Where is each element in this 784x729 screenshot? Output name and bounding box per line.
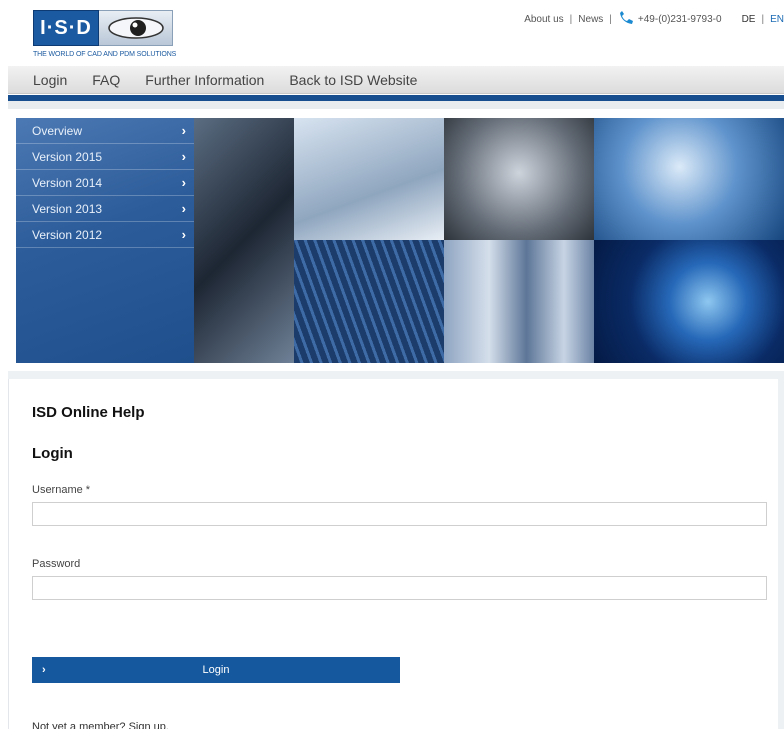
phone-icon [618, 11, 634, 28]
nav-shadow [8, 101, 784, 109]
version-sidebar: Overview › Version 2015 › Version 2014 ›… [16, 118, 194, 363]
eye-icon [99, 10, 173, 46]
password-label: Password [32, 558, 81, 570]
sidebar-item-version-2015[interactable]: Version 2015 › [16, 144, 194, 170]
banner-image-pipes [444, 240, 594, 363]
page-title: Login [32, 445, 73, 462]
login-button-label: Login [202, 664, 230, 676]
banner-image-ferris-wheel [294, 118, 444, 240]
separator: | [761, 14, 765, 25]
utility-nav: About us | News | +49-(0)231-9793-0 DE |… [524, 11, 784, 28]
chevron-right-icon: › [42, 664, 46, 676]
password-field[interactable] [32, 576, 767, 600]
divider [778, 379, 784, 729]
banner-image-globe-people [594, 118, 784, 240]
banner-image-car-body [444, 118, 594, 240]
banner-image-glass-roof [294, 240, 444, 363]
login-button[interactable]: › Login [32, 657, 400, 683]
sidebar-item-label: Version 2014 [32, 175, 103, 190]
chevron-right-icon: › [181, 123, 186, 138]
logo-tagline: THE WORLD OF CAD AND PDM SOLUTIONS [33, 51, 177, 58]
sidebar-item-overview[interactable]: Overview › [16, 118, 194, 144]
chevron-right-icon: › [181, 149, 186, 164]
banner-image-machinery [194, 118, 294, 363]
lang-de-link[interactable]: DE [742, 14, 756, 25]
lang-en-link[interactable]: EN [770, 14, 784, 25]
sidebar-item-version-2012[interactable]: Version 2012 › [16, 222, 194, 248]
logo-letters: I·S·D [33, 10, 99, 46]
phone-number: +49-(0)231-9793-0 [637, 14, 722, 25]
signup-link[interactable]: Not yet a member? Sign up. [32, 721, 169, 729]
sidebar-item-label: Version 2012 [32, 227, 103, 242]
about-us-link[interactable]: About us [524, 14, 563, 25]
divider [8, 379, 9, 729]
nav-login[interactable]: Login [33, 72, 67, 88]
banner-image-network-globe [594, 240, 784, 363]
nav-faq[interactable]: FAQ [92, 72, 120, 88]
sidebar-item-version-2014[interactable]: Version 2014 › [16, 170, 194, 196]
sidebar-item-label: Overview [32, 123, 83, 138]
news-link[interactable]: News [578, 14, 603, 25]
username-field[interactable] [32, 502, 767, 526]
nav-back-to-isd-website[interactable]: Back to ISD Website [289, 72, 417, 88]
separator: | [609, 14, 612, 25]
sidebar-item-label: Version 2013 [32, 201, 103, 216]
username-label: Username * [32, 484, 91, 496]
hero-banner: Overview › Version 2015 › Version 2014 ›… [16, 118, 784, 363]
chevron-right-icon: › [181, 175, 186, 190]
chevron-right-icon: › [181, 227, 186, 242]
isd-logo[interactable]: I·S·D THE WORLD OF CAD AND PDM SOLUTIONS [33, 10, 177, 62]
sidebar-item-label: Version 2015 [32, 149, 103, 164]
chevron-right-icon: › [181, 201, 186, 216]
separator: | [569, 14, 573, 25]
main-nav: Login FAQ Further Information Back to IS… [8, 66, 784, 94]
sidebar-item-version-2013[interactable]: Version 2013 › [16, 196, 194, 222]
nav-further-information[interactable]: Further Information [145, 72, 264, 88]
site-title: ISD Online Help [32, 404, 145, 421]
login-panel: ISD Online Help Login Username * Passwor… [8, 371, 784, 729]
